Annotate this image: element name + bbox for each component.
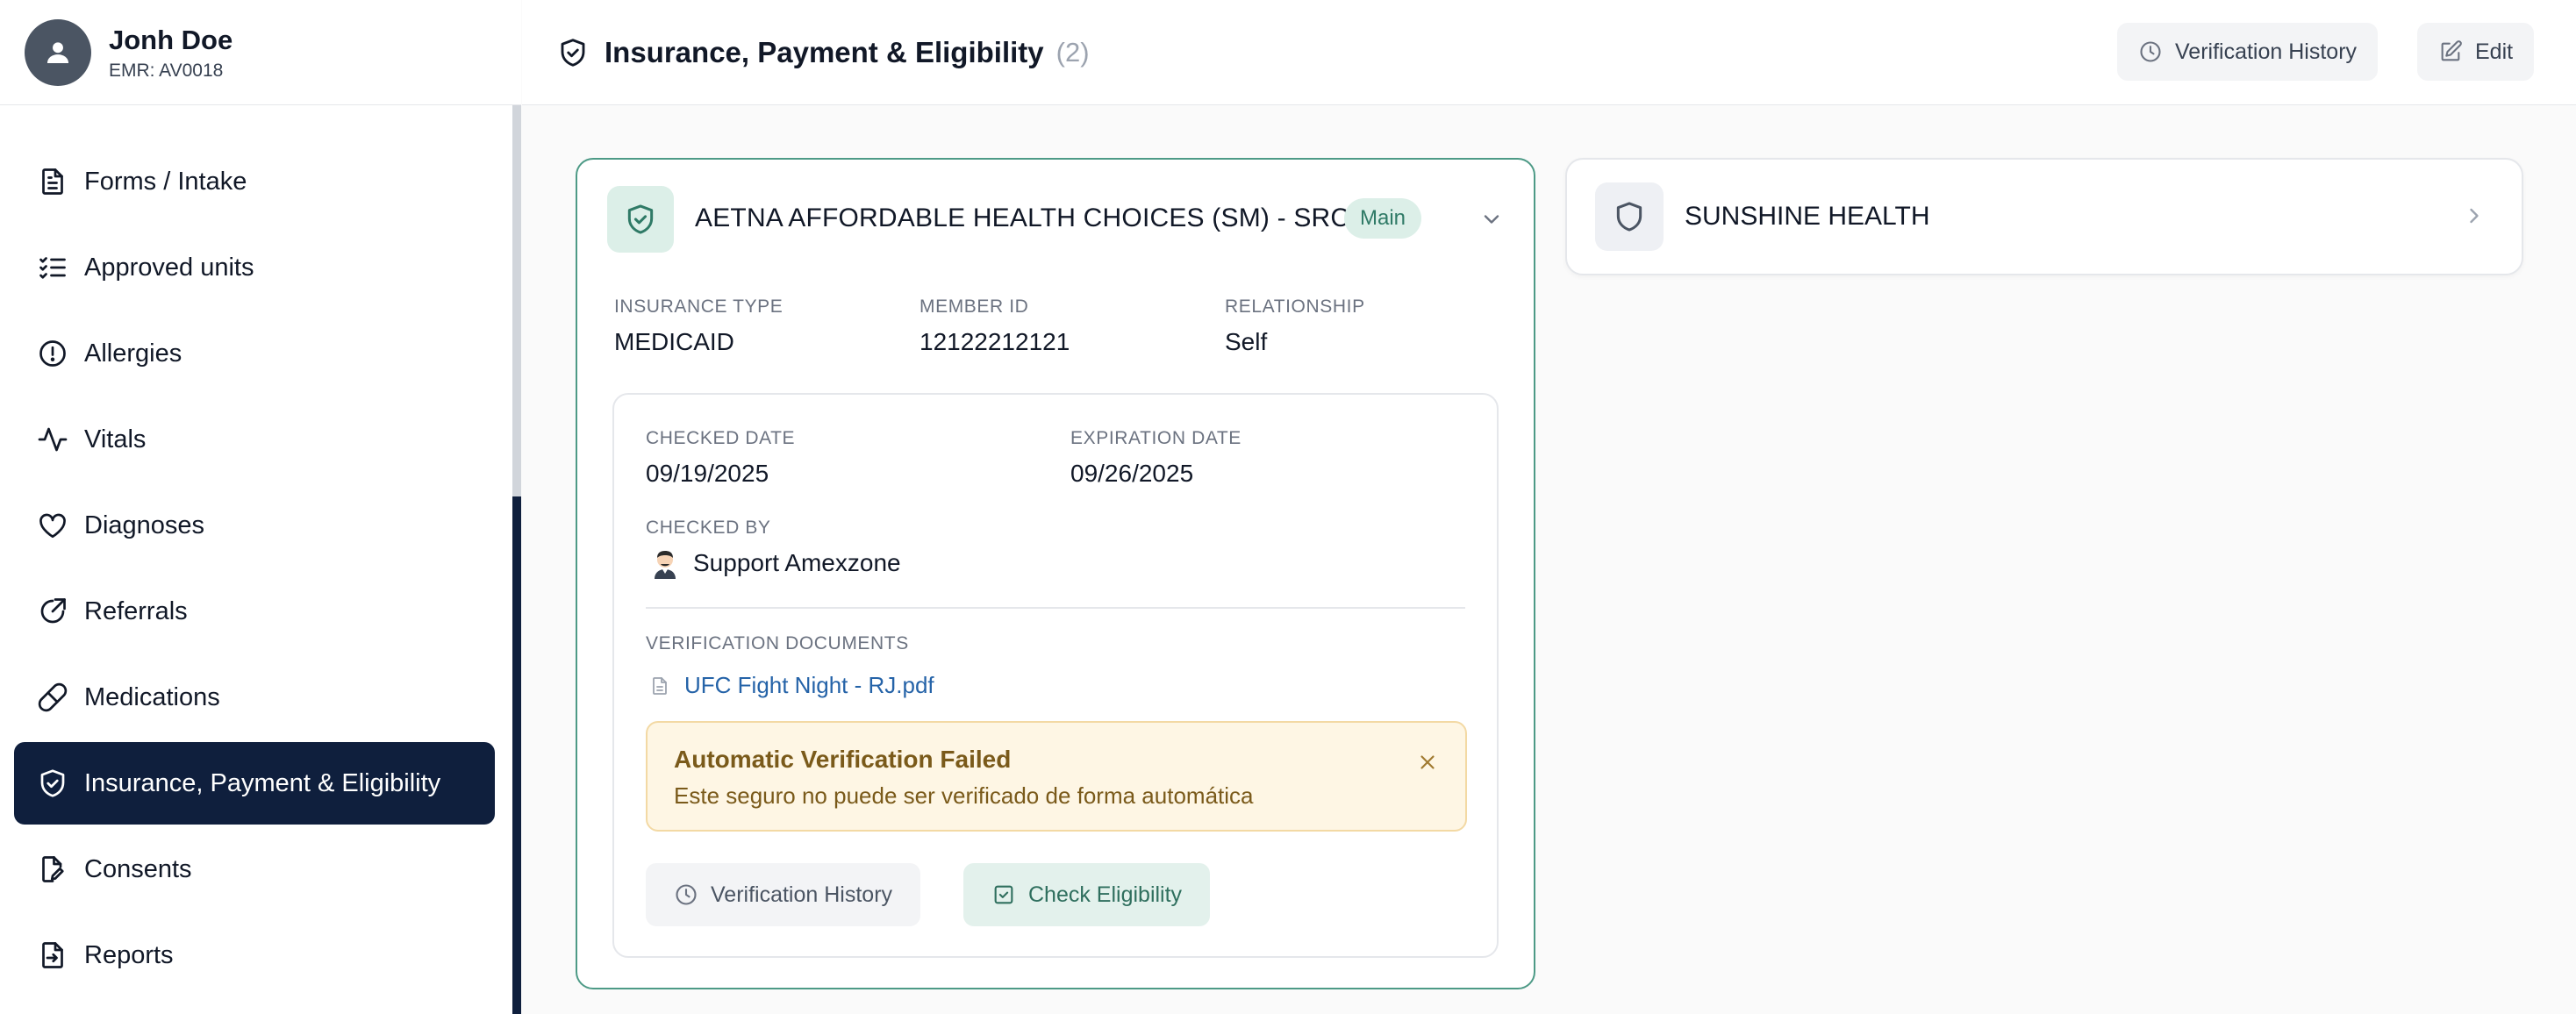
file-export-icon [42, 942, 63, 968]
document-edit-icon [42, 856, 64, 882]
pill-icon [38, 682, 68, 712]
insurance-type-label: INSURANCE TYPE [614, 296, 784, 317]
sidebar-item-label: Medications [84, 682, 220, 711]
relationship-value: Self [1225, 328, 1268, 355]
checklist-icon [39, 257, 66, 279]
alert-title: Automatic Verification Failed [674, 746, 1012, 773]
expiration-date-label: EXPIRATION DATE [1070, 428, 1241, 448]
sidebar-item-label: Consents [84, 854, 192, 883]
chevron-right-icon[interactable] [2462, 204, 2487, 228]
sidebar-scrollbar-thumb[interactable] [512, 496, 521, 1014]
shield-check-icon [561, 38, 585, 67]
sidebar-item-label: Forms / Intake [84, 167, 247, 196]
shield-check-icon [627, 204, 654, 234]
sidebar-item-approved-units[interactable]: Approved units [14, 226, 495, 309]
card-verification-history-label: Verification History [711, 882, 893, 907]
checked-date-label: CHECKED DATE [646, 428, 796, 448]
member-id-label: MEMBER ID [919, 296, 1029, 317]
insurance-card-main: AETNA AFFORDABLE HEALTH CHOICES (SM) - S… [576, 158, 1535, 989]
insurance-count: (2) [1055, 36, 1090, 68]
edit-icon [2441, 40, 2462, 61]
page-title: Insurance, Payment & Eligibility [605, 35, 1044, 68]
verification-history-label: Verification History [2175, 39, 2358, 64]
alert-circle-icon [39, 340, 66, 367]
patient-emr: EMR: AV0018 [109, 60, 224, 81]
insurance-icon-box [607, 186, 674, 253]
insurance-type-value: MEDICAID [614, 328, 734, 355]
divider [646, 607, 1465, 609]
insurance-name: AETNA AFFORDABLE HEALTH CHOICES (SM) - S… [695, 204, 1350, 232]
page-header: Insurance, Payment & Eligibility (2) Ver… [522, 0, 2576, 105]
verification-panel: CHECKED DATE 09/19/2025 EXPIRATION DATE … [612, 393, 1499, 958]
document-filename: UFC Fight Night - RJ.pdf [684, 672, 934, 698]
edit-label: Edit [2475, 39, 2514, 64]
sidebar-item-allergies[interactable]: Allergies [14, 312, 495, 395]
clock-icon [2140, 41, 2161, 62]
patient-name: Jonh Doe [109, 24, 233, 55]
verification-history-button[interactable]: Verification History [2117, 23, 2379, 81]
clock-icon [676, 884, 697, 905]
external-link-icon [40, 598, 66, 624]
verification-failed-alert: Automatic Verification Failed Este segur… [646, 721, 1467, 832]
insurance-card-secondary[interactable]: SUNSHINE HEALTH [1565, 158, 2523, 275]
checked-by-label: CHECKED BY [646, 518, 771, 538]
edit-button[interactable]: Edit [2417, 23, 2535, 81]
sidebar-item-label: Reports [84, 940, 174, 969]
sidebar-item-insurance[interactable]: Insurance, Payment & Eligibility [14, 742, 495, 825]
shield-icon [1616, 202, 1642, 232]
file-icon [653, 676, 667, 695]
sidebar-item-vitals[interactable]: Vitals [14, 398, 495, 481]
sidebar-item-diagnoses[interactable]: Diagnoses [14, 484, 495, 567]
sidebar-item-label: Diagnoses [84, 511, 205, 539]
chevron-down-icon[interactable] [1479, 207, 1504, 232]
sidebar-item-reports[interactable]: Reports [14, 914, 495, 996]
heart-icon [39, 513, 66, 539]
checked-date-value: 09/19/2025 [646, 460, 769, 487]
verification-document-link[interactable]: UFC Fight Night - RJ.pdf [649, 672, 934, 699]
sidebar-item-forms-intake[interactable]: Forms / Intake [14, 140, 495, 223]
sidebar-item-consents[interactable]: Consents [14, 828, 495, 910]
member-id-value: 12122212121 [919, 328, 1070, 355]
checker-avatar [655, 551, 676, 579]
checkbox-icon [994, 885, 1013, 904]
sidebar-item-medications[interactable]: Medications [14, 656, 495, 739]
card-verification-history-button[interactable]: Verification History [646, 863, 921, 926]
main-badge: Main [1344, 198, 1422, 239]
user-icon [47, 41, 69, 63]
activity-icon [38, 427, 68, 452]
sidebar-item-label: Approved units [84, 253, 254, 282]
check-eligibility-button[interactable]: Check Eligibility [963, 863, 1211, 926]
close-icon[interactable] [1416, 751, 1439, 774]
sidebar-item-label: Referrals [84, 596, 188, 625]
checked-by-value: Support Amexzone [693, 549, 901, 576]
sidebar-item-label: Insurance, Payment & Eligibility [84, 768, 441, 797]
sidebar-item-label: Vitals [84, 425, 147, 453]
patient-avatar[interactable] [25, 18, 91, 86]
check-eligibility-label: Check Eligibility [1028, 882, 1183, 907]
patient-header: Jonh Doe EMR: AV0018 [0, 0, 521, 105]
alert-message: Este seguro no puede ser verificado de f… [674, 782, 1254, 809]
shield-check-icon [40, 769, 65, 797]
verification-documents-label: VERIFICATION DOCUMENTS [646, 633, 909, 653]
sidebar-item-label: Allergies [84, 339, 182, 368]
sidebar: Jonh Doe EMR: AV0018 Forms / Intake Appr… [0, 0, 521, 1014]
sidebar-item-referrals[interactable]: Referrals [14, 570, 495, 653]
document-icon [42, 168, 63, 195]
secondary-insurance-name: SUNSHINE HEALTH [1685, 202, 1930, 231]
insurance-icon-box [1595, 182, 1664, 251]
expiration-date-value: 09/26/2025 [1070, 460, 1194, 487]
relationship-label: RELATIONSHIP [1225, 296, 1365, 317]
